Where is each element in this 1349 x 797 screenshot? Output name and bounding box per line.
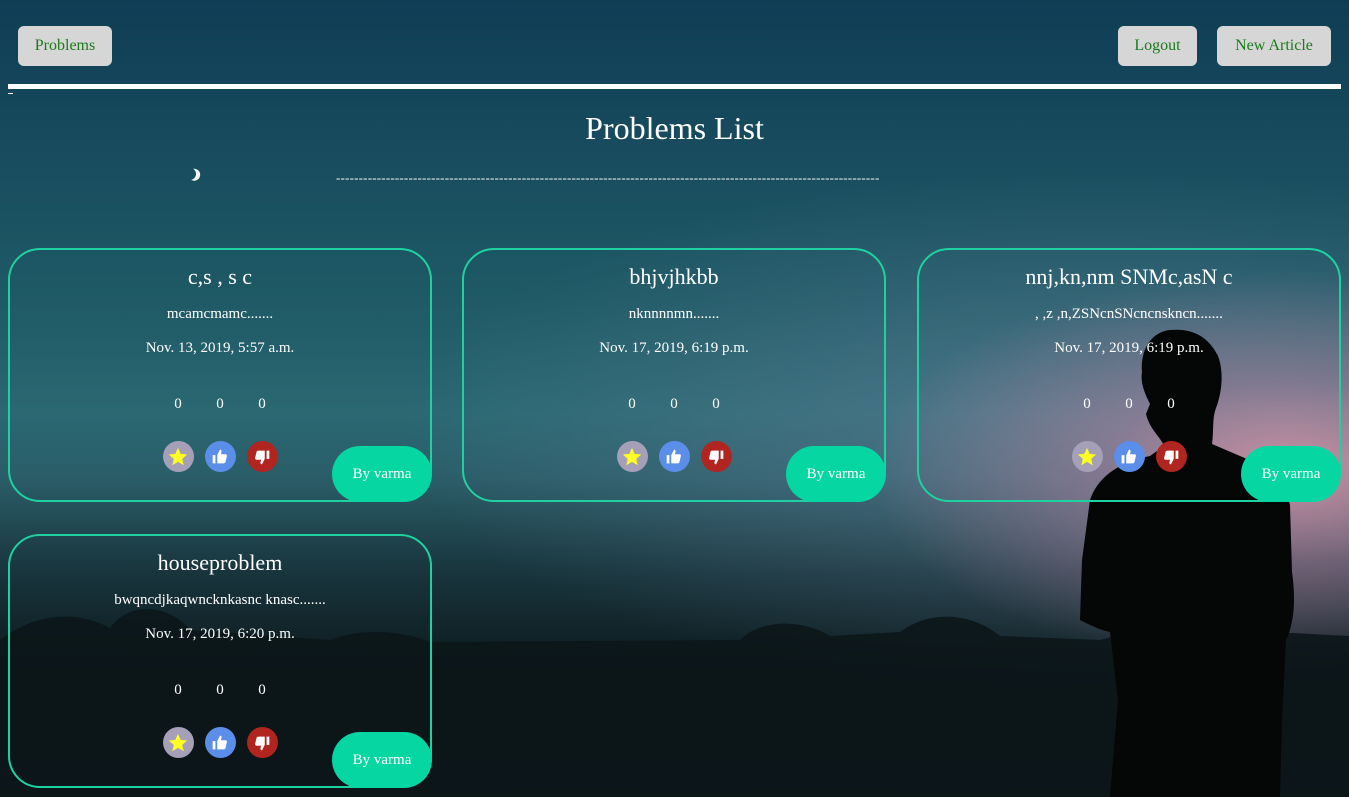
- like-count: 0: [216, 396, 224, 412]
- card-counts: 0 0 0: [464, 396, 884, 413]
- thumbs-up-icon[interactable]: [658, 441, 690, 472]
- dislike-count: 0: [712, 396, 720, 412]
- card-title[interactable]: houseproblem: [10, 550, 430, 576]
- card-counts: 0 0 0: [919, 396, 1339, 413]
- star-icon[interactable]: [162, 727, 194, 758]
- thumbs-up-icon[interactable]: [204, 727, 236, 758]
- star-count: 0: [1083, 396, 1091, 412]
- card-counts: 0 0 0: [10, 396, 430, 413]
- author-button[interactable]: By varma: [1241, 446, 1341, 502]
- problem-card: c,s , s c mcamcmamc....... Nov. 13, 2019…: [8, 248, 432, 502]
- author-button[interactable]: By varma: [332, 732, 432, 788]
- nav-dash: [8, 93, 13, 94]
- author-button[interactable]: By varma: [786, 446, 886, 502]
- problem-card: houseproblem bwqncdjkaqwncknkasnc knasc.…: [8, 534, 432, 788]
- card-description: , ,z ,n,ZSNcnSNcncnskncn.......: [1035, 306, 1223, 322]
- star-count: 0: [628, 396, 636, 412]
- dislike-count: 0: [258, 396, 266, 412]
- thumbs-down-icon[interactable]: [1155, 441, 1187, 472]
- page-title: Problems List: [585, 110, 764, 146]
- problem-card: bhjvjhkbb nknnnnmn....... Nov. 17, 2019,…: [462, 248, 886, 502]
- like-count: 0: [216, 682, 224, 698]
- card-date: Nov. 13, 2019, 5:57 a.m.: [145, 340, 295, 356]
- like-count: 0: [1125, 396, 1133, 412]
- thumbs-down-icon[interactable]: [700, 441, 732, 472]
- star-count: 0: [174, 682, 182, 698]
- card-description: bwqncdjkaqwncknkasnc knasc.......: [114, 592, 326, 608]
- star-count: 0: [174, 396, 182, 412]
- dislike-count: 0: [1167, 396, 1175, 412]
- card-date: Nov. 17, 2019, 6:19 p.m.: [1054, 340, 1204, 356]
- thumbs-down-icon[interactable]: [246, 727, 278, 758]
- card-description: mcamcmamc.......: [166, 306, 274, 322]
- card-date: Nov. 17, 2019, 6:20 p.m.: [145, 626, 295, 642]
- nav-divider: [8, 84, 1341, 89]
- problems-nav-button[interactable]: Problems: [18, 26, 112, 66]
- card-counts: 0 0 0: [10, 682, 430, 699]
- new-article-button[interactable]: New Article: [1217, 26, 1331, 66]
- like-count: 0: [670, 396, 678, 412]
- thumbs-down-icon[interactable]: [246, 441, 278, 472]
- star-icon[interactable]: [616, 441, 648, 472]
- star-icon[interactable]: [1071, 441, 1103, 472]
- card-title[interactable]: nnj,kn,nm SNMc,asN c: [919, 264, 1339, 290]
- card-title[interactable]: bhjvjhkbb: [464, 264, 884, 290]
- dislike-count: 0: [258, 682, 266, 698]
- card-description: nknnnnmn.......: [628, 306, 720, 322]
- problem-card: nnj,kn,nm SNMc,asN c , ,z ,n,ZSNcnSNcncn…: [917, 248, 1341, 502]
- card-date: Nov. 17, 2019, 6:19 p.m.: [599, 340, 749, 356]
- thumbs-up-icon[interactable]: [1113, 441, 1145, 472]
- thumbs-up-icon[interactable]: [204, 441, 236, 472]
- moon-icon: [182, 166, 199, 183]
- title-divider: ----------------------------------------…: [336, 170, 880, 185]
- author-button[interactable]: By varma: [332, 446, 432, 502]
- logout-button[interactable]: Logout: [1118, 26, 1197, 66]
- star-icon[interactable]: [162, 441, 194, 472]
- card-title[interactable]: c,s , s c: [10, 264, 430, 290]
